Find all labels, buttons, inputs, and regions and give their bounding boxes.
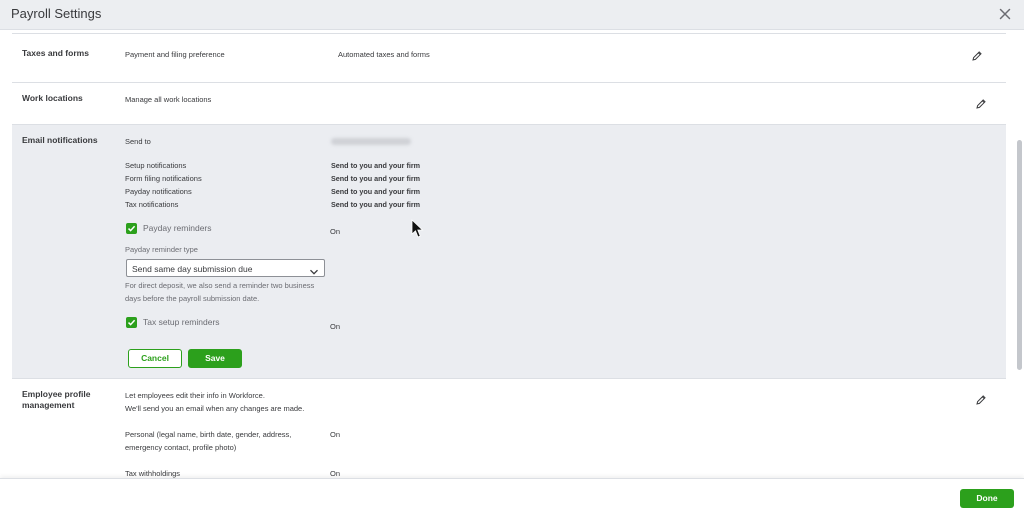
scrollbar[interactable] xyxy=(1017,140,1022,370)
tax-notifications-value: Send to you and your firm xyxy=(331,200,421,209)
section-title: Taxes and forms xyxy=(22,48,89,58)
taxes-and-forms-section: Taxes and forms Payment and filing prefe… xyxy=(12,33,1006,83)
tax-withholdings-status: On xyxy=(330,469,341,478)
email-notifications-section: Email notifications Send to Setup notifi… xyxy=(12,125,1006,379)
employee-desc-line1: Let employees edit their info in Workfor… xyxy=(125,391,265,400)
close-icon[interactable] xyxy=(997,6,1013,22)
payday-reminders-label: Payday reminders xyxy=(143,223,212,233)
payment-filing-label: Payment and filing preference xyxy=(125,50,225,59)
reminder-type-label: Payday reminder type xyxy=(125,245,198,254)
reminder-type-select[interactable]: Send same day submission due xyxy=(126,259,325,277)
form-filing-notifications-label: Form filing notifications xyxy=(125,174,202,183)
email-address-blurred xyxy=(331,138,411,145)
section-title: Email notifications xyxy=(22,135,98,145)
tax-setup-reminders-status: On xyxy=(330,322,341,331)
page-title: Payroll Settings xyxy=(11,6,102,21)
payday-notifications-label: Payday notifications xyxy=(125,187,192,196)
personal-info-line1: Personal (legal name, birth date, gender… xyxy=(125,430,292,439)
settings-content: Taxes and forms Payment and filing prefe… xyxy=(0,30,1024,478)
payment-filing-value: Automated taxes and forms xyxy=(338,50,430,59)
help-text-line1: For direct deposit, we also send a remin… xyxy=(125,281,315,290)
modal-header: Payroll Settings xyxy=(0,0,1024,30)
help-text-line2: days before the payroll submission date. xyxy=(125,294,260,303)
setup-notifications-label: Setup notifications xyxy=(125,161,187,170)
personal-info-line2: emergency contact, profile photo) xyxy=(125,443,237,452)
done-button[interactable]: Done xyxy=(960,489,1014,508)
edit-pencil-icon[interactable] xyxy=(975,393,987,405)
tax-withholdings-label: Tax withholdings xyxy=(125,469,181,478)
cancel-button[interactable]: Cancel xyxy=(128,349,182,368)
tax-notifications-label: Tax notifications xyxy=(125,200,179,209)
reminder-type-value: Send same day submission due xyxy=(132,264,253,274)
edit-pencil-icon[interactable] xyxy=(975,97,987,109)
payday-notifications-value: Send to you and your firm xyxy=(331,187,421,196)
section-title: Work locations xyxy=(22,93,83,103)
section-title-line1: Employee profile xyxy=(22,389,91,399)
section-title-line2: management xyxy=(22,400,75,410)
payday-reminders-status: On xyxy=(330,227,341,236)
employee-desc-line2: We'll send you an email when any changes… xyxy=(125,404,305,413)
tax-setup-reminders-label: Tax setup reminders xyxy=(143,317,220,327)
modal-footer: Done xyxy=(0,478,1024,516)
work-locations-section: Work locations Manage all work locations xyxy=(12,83,1006,125)
chevron-down-icon xyxy=(309,264,319,275)
setup-notifications-value: Send to you and your firm xyxy=(331,161,421,170)
edit-pencil-icon[interactable] xyxy=(971,49,983,61)
employee-profile-section: Employee profile management Let employee… xyxy=(12,379,1006,478)
payday-reminders-checkbox[interactable] xyxy=(126,223,137,234)
tax-setup-reminders-checkbox[interactable] xyxy=(126,317,137,328)
manage-locations-label: Manage all work locations xyxy=(125,95,212,104)
save-button[interactable]: Save xyxy=(188,349,242,368)
personal-info-status: On xyxy=(330,430,341,439)
send-to-label: Send to xyxy=(125,137,151,146)
form-filing-notifications-value: Send to you and your firm xyxy=(331,174,421,183)
